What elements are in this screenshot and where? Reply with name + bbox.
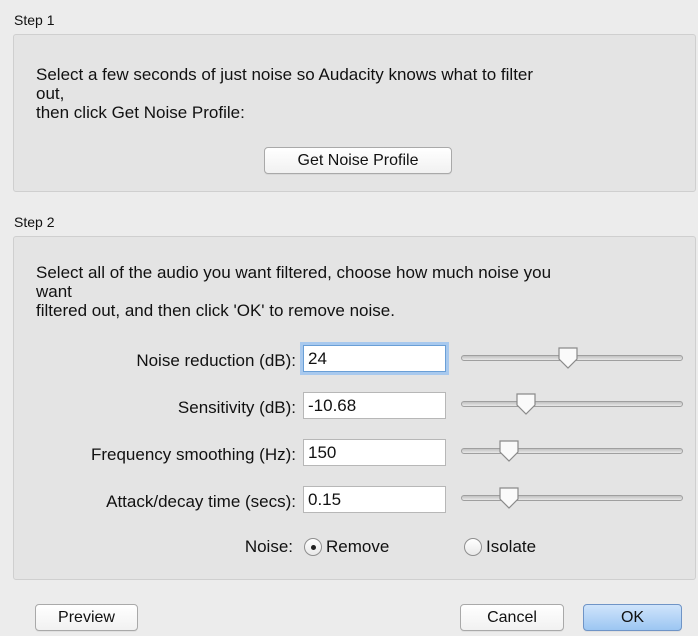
slider-thumb[interactable] bbox=[514, 392, 538, 416]
step2-title: Step 2 bbox=[14, 214, 55, 230]
step1-description: Select a few seconds of just noise so Au… bbox=[36, 65, 681, 122]
ok-button[interactable]: OK bbox=[583, 604, 682, 631]
noise-reduction-slider[interactable] bbox=[461, 346, 683, 376]
radio-button-icon[interactable] bbox=[464, 538, 482, 556]
step2-desc-line: want bbox=[36, 282, 72, 301]
step1-desc-line: out, bbox=[36, 84, 65, 103]
cancel-button[interactable]: Cancel bbox=[460, 604, 564, 631]
slider-track bbox=[461, 401, 683, 407]
attack-decay-field[interactable] bbox=[303, 486, 446, 513]
step2-desc-line: Select all of the audio you want filtere… bbox=[36, 263, 552, 282]
frequency-smoothing-field[interactable] bbox=[303, 439, 446, 466]
noise-reduction-field[interactable] bbox=[303, 345, 446, 372]
sensitivity-slider[interactable] bbox=[461, 392, 683, 422]
step2-desc-line: filtered out, and then click 'OK' to rem… bbox=[36, 301, 395, 320]
preview-button[interactable]: Preview bbox=[35, 604, 138, 631]
sensitivity-field[interactable] bbox=[303, 392, 446, 419]
attack-decay-slider[interactable] bbox=[461, 486, 683, 516]
attack-decay-label: Attack/decay time (secs): bbox=[106, 492, 296, 511]
get-noise-profile-button[interactable]: Get Noise Profile bbox=[264, 147, 452, 174]
step1-title: Step 1 bbox=[14, 12, 55, 28]
step2-description: Select all of the audio you want filtere… bbox=[36, 263, 681, 320]
step1-desc-line: Select a few seconds of just noise so Au… bbox=[36, 65, 534, 84]
noise-label: Noise: bbox=[244, 537, 293, 556]
slider-track bbox=[461, 495, 683, 501]
slider-track bbox=[461, 448, 683, 454]
noise-isolate-option[interactable]: Isolate bbox=[464, 537, 536, 557]
noise-remove-option[interactable]: Remove bbox=[304, 537, 389, 557]
sensitivity-label: Sensitivity (dB): bbox=[177, 398, 296, 417]
slider-thumb[interactable] bbox=[497, 486, 521, 510]
step1-desc-line: then click Get Noise Profile: bbox=[36, 103, 245, 122]
frequency-smoothing-slider[interactable] bbox=[461, 439, 683, 469]
noise-reduction-label: Noise reduction (dB): bbox=[136, 351, 296, 370]
radio-button-checked-icon[interactable] bbox=[304, 538, 322, 556]
noise-isolate-label: Isolate bbox=[486, 537, 537, 556]
step1-group: Select a few seconds of just noise so Au… bbox=[13, 34, 696, 192]
slider-thumb[interactable] bbox=[497, 439, 521, 463]
noise-remove-label: Remove bbox=[326, 537, 390, 556]
slider-thumb[interactable] bbox=[556, 346, 580, 370]
frequency-smoothing-label: Frequency smoothing (Hz): bbox=[90, 445, 296, 464]
